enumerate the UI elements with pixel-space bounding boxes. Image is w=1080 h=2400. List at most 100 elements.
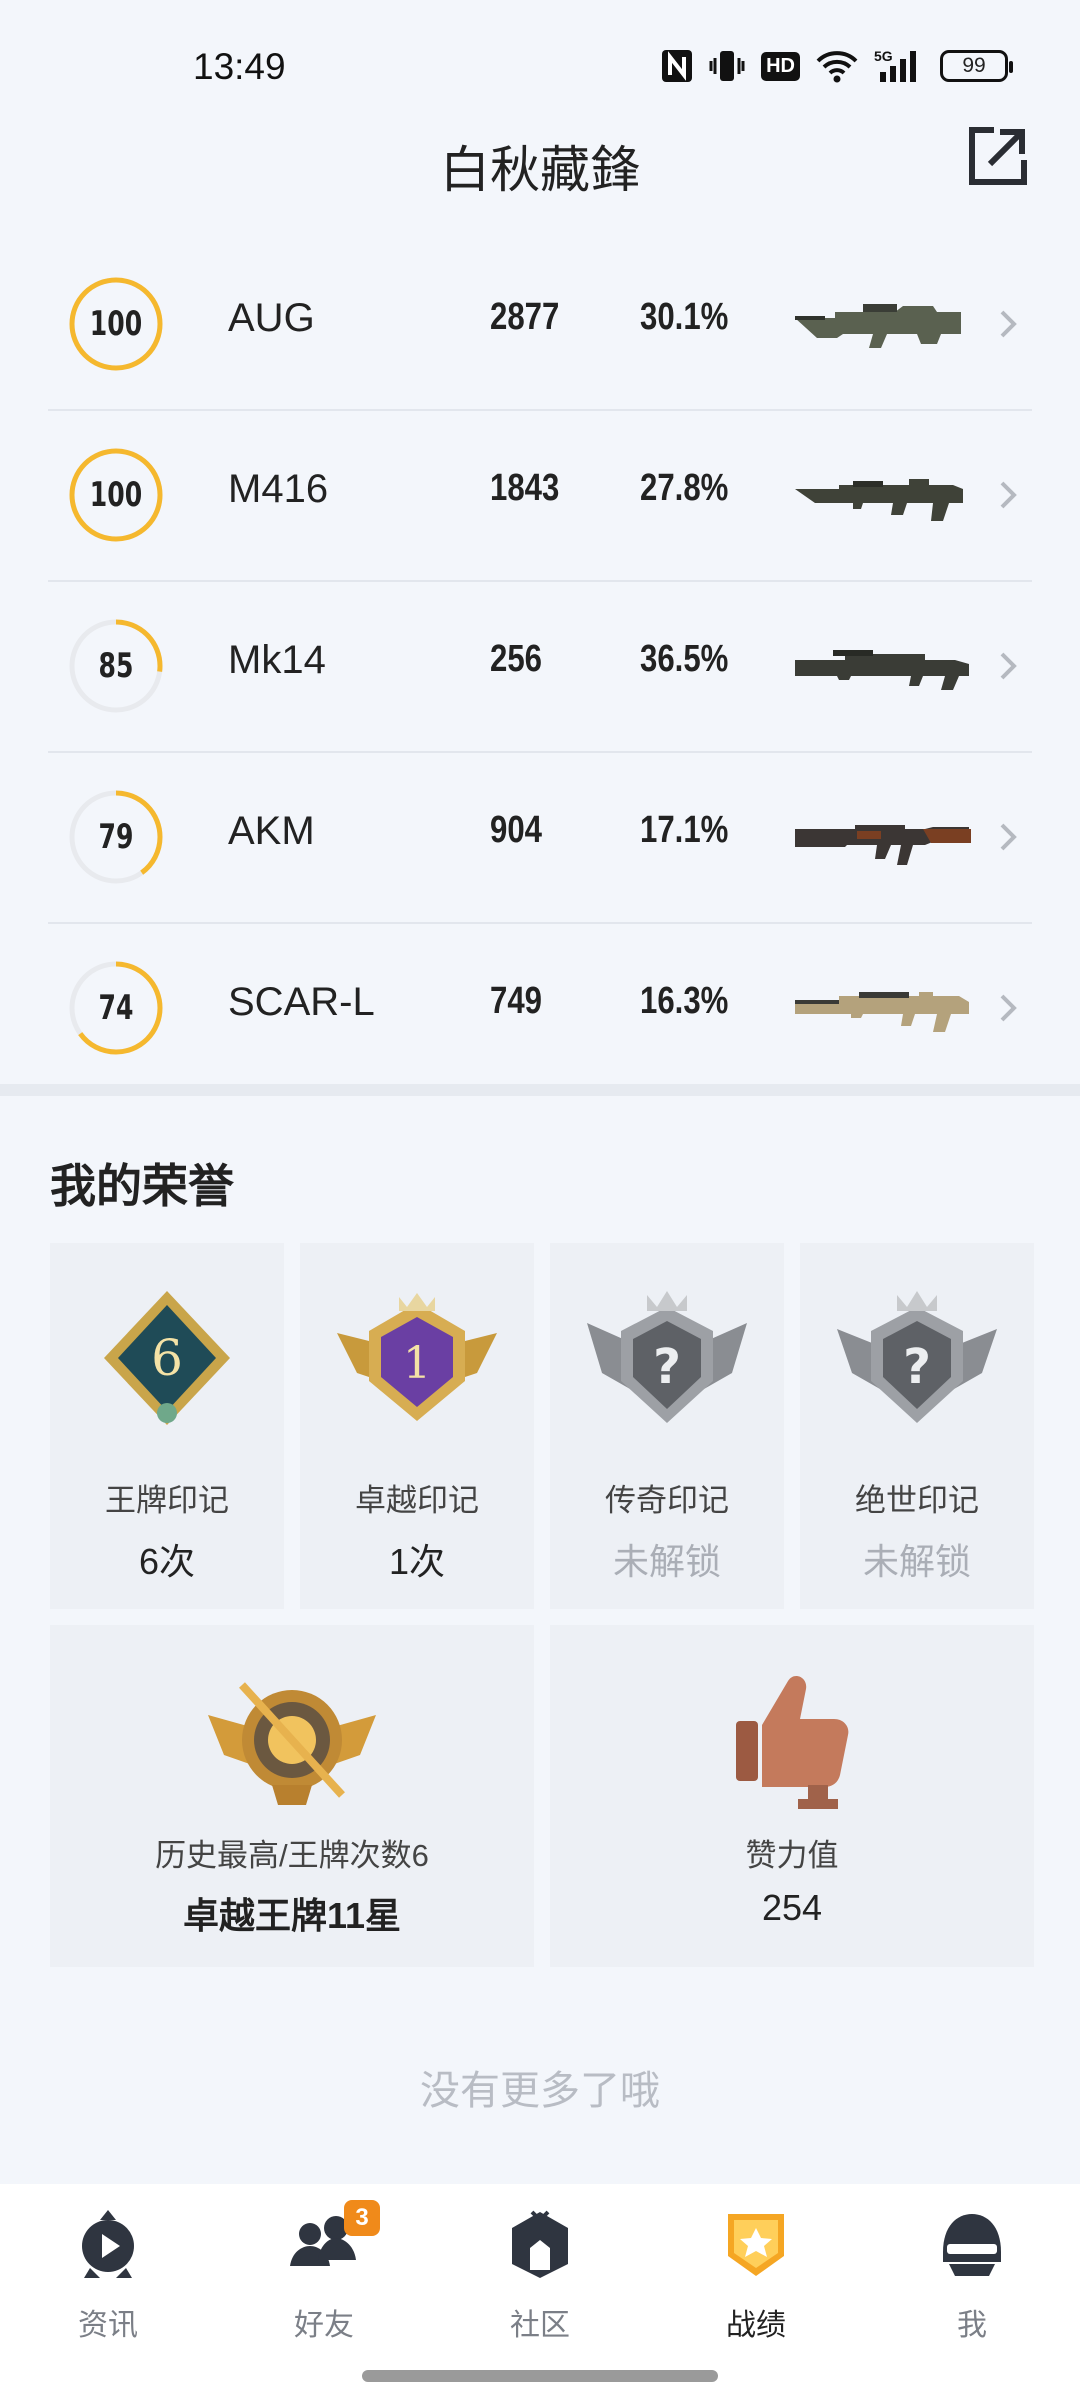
scar-l-rifle-image [795, 992, 969, 1032]
likes-label: 赞力值 [745, 1838, 839, 1873]
rank-badge-emblem [50, 1665, 534, 1845]
weapon-score: 100 [89, 475, 143, 515]
network-label: 5G [874, 48, 893, 64]
ace-mark-emblem: 6 [50, 1283, 284, 1463]
weapon-kills: 256 [490, 638, 542, 680]
weapon-rate: 30.1% [640, 296, 729, 338]
weapon-score: 100 [89, 304, 143, 344]
chevron-right-icon [1000, 823, 1017, 851]
akm-rifle-image [795, 825, 971, 865]
weapon-score: 74 [98, 988, 134, 1028]
honor-card-ace[interactable]: 6 王牌印记 6次 [50, 1243, 284, 1609]
weapon-kills: 2877 [490, 296, 560, 338]
highest-rank-value: 卓越王牌11星 [182, 1895, 402, 1936]
nav-tab-records[interactable]: 战绩 [648, 2208, 864, 2348]
nav-tab-me[interactable]: 我 [864, 2208, 1080, 2348]
honor-value: 1次 [388, 1541, 446, 1582]
page-header: 白秋藏鋒 [0, 120, 1080, 204]
emblem-number: 1 [403, 1338, 431, 1389]
score-ring: 74 [68, 960, 164, 1056]
weapon-name: Mk14 [228, 638, 326, 682]
section-divider [0, 1084, 1080, 1096]
weapon-name: AUG [228, 296, 315, 340]
weapon-stats-list: 100 AUG 2877 30.1% 100 M416 1843 27.8% 8… [48, 240, 1032, 1095]
status-icons: HD 5G 99 [661, 48, 1013, 84]
nav-label: 社区 [510, 2309, 570, 2342]
weapon-rate: 27.8% [640, 467, 729, 509]
weapon-row[interactable]: 100 M416 1843 27.8% [48, 411, 1032, 582]
wifi-icon [816, 48, 858, 84]
weapon-rate: 36.5% [640, 638, 729, 680]
news-play-icon [0, 2208, 216, 2288]
chevron-right-icon [1000, 481, 1017, 509]
peerless-mark-emblem: ? [800, 1283, 1034, 1463]
nav-tab-friends[interactable]: 3 好友 [216, 2200, 432, 2348]
weapon-kills: 904 [490, 809, 542, 851]
likes-card[interactable]: 赞力值 254 [550, 1625, 1034, 1967]
status-bar: 13:49 HD 5G 99 [0, 0, 1080, 120]
nav-label: 我 [957, 2309, 987, 2342]
likes-value: 254 [761, 1887, 823, 1928]
hd-icon: HD [761, 48, 800, 84]
weapon-score: 85 [98, 646, 134, 686]
nfc-icon [661, 48, 693, 84]
honors-title: 我的荣誉 [50, 1160, 234, 1212]
honor-card-excellence[interactable]: 1 卓越印记 1次 [300, 1243, 534, 1609]
chevron-right-icon [1000, 994, 1017, 1022]
honor-label: 绝世印记 [855, 1483, 979, 1518]
honor-value: 6次 [138, 1541, 196, 1582]
end-of-list-text: 没有更多了哦 [420, 2069, 660, 2113]
m416-rifle-image [795, 479, 963, 521]
score-ring: 100 [68, 447, 164, 543]
nav-label: 资讯 [78, 2309, 138, 2342]
friends-notification-badge: 3 [344, 2200, 380, 2236]
share-button[interactable] [966, 124, 1030, 188]
bottom-nav: 资讯 3 好友 社区 战绩 我 [0, 2184, 1080, 2400]
weapon-name: AKM [228, 809, 315, 853]
nav-tab-news[interactable]: 资讯 [0, 2208, 216, 2348]
emblem-number: 6 [151, 1329, 183, 1387]
score-ring: 79 [68, 789, 164, 885]
battery-icon: 99 [940, 48, 1013, 84]
emblem-number: ? [653, 1339, 681, 1395]
weapon-row[interactable]: 100 AUG 2877 30.1% [48, 240, 1032, 411]
highest-rank-label: 历史最高/王牌次数6 [155, 1838, 429, 1873]
weapon-kills: 1843 [490, 467, 560, 509]
legend-mark-emblem: ? [550, 1283, 784, 1463]
score-ring: 85 [68, 618, 164, 714]
nav-label: 战绩 [726, 2309, 786, 2342]
highest-rank-card[interactable]: 历史最高/王牌次数6 卓越王牌11星 [50, 1625, 534, 1967]
record-badge-icon [648, 2208, 864, 2288]
weapon-kills: 749 [490, 980, 542, 1022]
honor-value: 未解锁 [612, 1541, 721, 1582]
chevron-right-icon [1000, 652, 1017, 680]
weapon-name: SCAR-L [228, 980, 375, 1024]
honor-card-peerless[interactable]: ? 绝世印记 未解锁 [800, 1243, 1034, 1609]
score-ring: 100 [68, 276, 164, 372]
thumbs-up-trophy-icon [550, 1665, 1034, 1845]
honor-label: 传奇印记 [605, 1483, 729, 1518]
weapon-row[interactable]: 74 SCAR-L 749 16.3% [48, 924, 1032, 1095]
helmet-icon [864, 2208, 1080, 2288]
honor-label: 王牌印记 [105, 1483, 229, 1518]
weapon-rate: 17.1% [640, 809, 729, 851]
honor-value: 未解锁 [862, 1541, 971, 1582]
honor-card-legend[interactable]: ? 传奇印记 未解锁 [550, 1243, 784, 1609]
community-icon [432, 2208, 648, 2288]
excellence-mark-emblem: 1 [300, 1283, 534, 1463]
vibrate-icon [709, 48, 745, 84]
home-indicator[interactable] [362, 2370, 718, 2382]
weapon-score: 79 [98, 817, 134, 857]
external-share-icon [969, 127, 1027, 185]
signal-5g-icon: 5G [874, 48, 924, 84]
weapon-row[interactable]: 79 AKM 904 17.1% [48, 753, 1032, 924]
friends-icon [216, 2208, 432, 2288]
mk14-rifle-image [795, 650, 969, 690]
nav-tab-community[interactable]: 社区 [432, 2208, 648, 2348]
weapon-name: M416 [228, 467, 329, 511]
weapon-row[interactable]: 85 Mk14 256 36.5% [48, 582, 1032, 753]
emblem-number: ? [903, 1339, 931, 1395]
nav-label: 好友 [294, 2309, 354, 2342]
aug-rifle-image [795, 304, 961, 348]
honor-label: 卓越印记 [355, 1483, 479, 1518]
